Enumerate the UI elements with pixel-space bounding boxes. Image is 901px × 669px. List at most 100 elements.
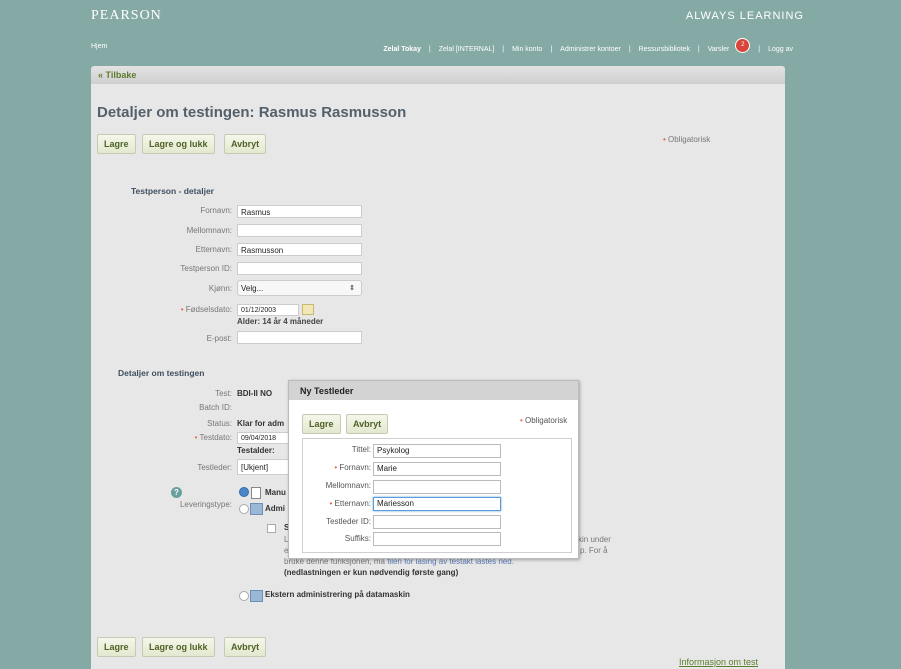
required-note: • Obligatorisk [663,135,710,144]
birth-date-input[interactable]: 01/12/2003 [237,304,299,316]
save-close-button[interactable]: Lagre og lukk [142,134,215,154]
sub-text-1b: kin under [578,535,611,544]
test-info-link[interactable]: Informasjon om test [679,657,758,667]
test-age-label: Testalder: [237,446,275,455]
dialog-required-note: • Obligatorisk [520,416,567,425]
last-name-input[interactable]: Rasmusson [237,243,362,256]
calendar-icon[interactable] [302,304,314,315]
computer-icon [250,503,263,515]
test-date-label: • Testdato: [112,433,232,442]
gender-label: Kjønn: [208,284,232,293]
required-mark: • [180,305,184,314]
first-name-input[interactable]: Rasmus [237,205,362,218]
nav-separator: | [758,46,761,53]
sub-option-checkbox[interactable] [267,524,276,533]
delivery-type-label: Leveringstype: [179,500,232,509]
dialog-title: Ny Testleder [300,386,354,396]
save-button-bottom[interactable]: Lagre [97,637,136,657]
notification-badge[interactable]: 2 [735,38,751,53]
middle-name-label: Mellomnavn: [186,226,232,235]
save-button[interactable]: Lagre [97,134,136,154]
email-input[interactable] [237,331,362,344]
nav-separator: | [428,46,431,53]
dialog-last-name-label-text: Etternavn: [334,499,371,508]
pearson-logo: PEARSON [91,8,162,23]
save-close-button-bottom[interactable]: Lagre og lukk [142,637,215,657]
test-date-input[interactable]: 09/04/2018 [237,432,289,444]
dialog-save-button[interactable]: Lagre [302,414,341,434]
test-value: BDI-II NO [237,389,273,398]
age-display: Alder: 14 år 4 måneder [237,317,324,326]
nav-user-name[interactable]: Zelal Tokay [383,46,421,53]
dialog-title-bar: Ny Testleder [289,381,578,400]
dialog-last-name-input[interactable]: Mariesson [373,497,501,511]
required-mark: • [329,499,333,508]
dialog-last-name-label: • Etternavn: [303,499,371,508]
nav-separator: | [697,46,700,53]
person-id-input[interactable] [237,262,362,275]
help-icon[interactable]: ? [171,487,182,498]
paper-icon [251,487,261,499]
dialog-first-name-input[interactable]: Marie [373,462,501,476]
computer-icon [250,590,263,602]
delivery-external-radio[interactable] [239,591,249,601]
status-value: Klar for adm [237,419,285,428]
test-date-label-text: Testdato: [199,433,232,442]
nav-my-account[interactable]: Min konto [512,46,542,53]
person-id-label: Testperson ID: [180,264,232,273]
tagline: ALWAYS LEARNING [685,10,804,22]
dialog-cancel-button[interactable]: Avbryt [346,414,389,434]
nav-right: Zelal Tokay | Zelal [INTERNAL] | Min kon… [380,38,796,58]
select-arrows-icon: ⇕ [349,285,355,292]
sub-text-2b: p. For å [580,546,608,555]
status-label: Status: [207,419,232,428]
test-leader-label: Testleder: [197,463,232,472]
top-nav: Hjem Zelal Tokay | Zelal [INTERNAL] | Mi… [91,38,796,58]
last-name-label: Etternavn: [195,245,232,254]
required-mark: • [334,463,338,472]
dialog-suffix-label: Suffiks: [344,534,371,543]
email-label: E-post: [206,334,232,343]
dialog-leader-id-input[interactable] [373,515,501,529]
nav-logout[interactable]: Logg av [768,46,793,53]
delivery-admin-radio[interactable] [239,504,249,514]
nav-manage-accounts[interactable]: Administrer kontoer [560,46,621,53]
gender-select[interactable]: Velg... ⇕ [237,280,362,296]
delivery-external-label: Ekstern administrering på datamaskin [265,590,410,599]
cancel-button-bottom[interactable]: Avbryt [224,637,267,657]
nav-separator: | [628,46,631,53]
required-note-text: Obligatorisk [668,135,711,144]
test-label: Test: [215,389,232,398]
required-mark: • [194,433,198,442]
nav-resource-library[interactable]: Ressursbibliotek [639,46,690,53]
dialog-leader-id-label: Testleder ID: [326,517,371,526]
required-mark: • [520,416,523,425]
section-person-details: Testperson - detaljer [131,186,214,196]
dialog-first-name-label: • Fornavn: [303,463,371,472]
birth-label-text: Fødselsdato: [185,305,232,314]
middle-name-input[interactable] [237,224,362,237]
batch-label: Batch ID: [199,403,232,412]
back-bar: « Tilbake [91,66,785,84]
delivery-admin-label: Admi [265,504,285,513]
dialog-middle-name-label: Mellomnavn: [325,481,371,490]
back-link[interactable]: « Tilbake [98,70,136,80]
required-mark: • [663,135,666,144]
dialog-suffix-input[interactable] [373,532,501,546]
dialog-form: Tittel: Psykolog • Fornavn: Marie Mellom… [302,438,572,553]
first-name-label: Fornavn: [200,206,232,215]
nav-notifications[interactable]: Varsler [708,46,730,53]
nav-home-link[interactable]: Hjem [91,43,107,50]
cancel-button[interactable]: Avbryt [224,134,267,154]
gender-select-value: Velg... [241,284,264,293]
dialog-middle-name-input[interactable] [373,480,501,494]
delivery-manual-radio[interactable] [239,487,249,497]
dialog-first-name-label-text: Fornavn: [339,463,371,472]
nav-account-internal[interactable]: Zelal [INTERNAL] [439,46,495,53]
section-testing-details: Detaljer om testingen [118,368,205,378]
test-leader-select[interactable]: [Ukjent] [237,459,289,475]
sub-text-4: (nedlastningen er kun nødvendig første g… [284,568,459,577]
new-test-leader-dialog: Ny Testleder Lagre Avbryt • Obligatorisk… [288,380,579,559]
dialog-title-label: Tittel: [351,445,371,454]
dialog-title-input[interactable]: Psykolog [373,444,501,458]
